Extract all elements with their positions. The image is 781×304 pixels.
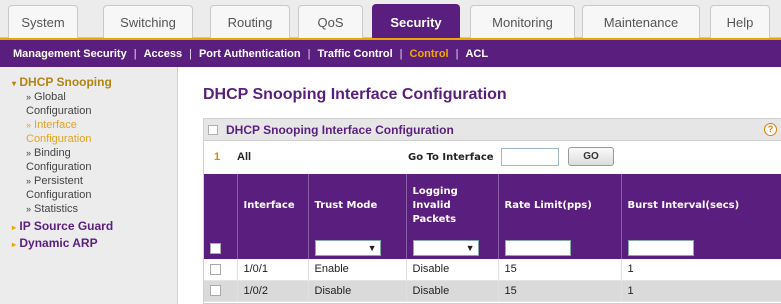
entry-count: 1	[214, 151, 221, 163]
tab-system[interactable]: System	[8, 5, 78, 38]
table-header-row: Interface Trust Mode Logging Invalid Pac…	[204, 174, 781, 237]
tab-switching[interactable]: Switching	[103, 5, 193, 38]
collapse-icon[interactable]	[208, 124, 218, 135]
tab-help[interactable]: Help	[710, 5, 770, 38]
cell-interface: 1/0/1	[237, 259, 309, 281]
goto-interface-label: Go To Interface	[408, 151, 494, 163]
chevron-down-icon: ▾	[12, 79, 17, 88]
subnav-acl[interactable]: ACL	[458, 48, 495, 60]
sidebar-section-ip-source-guard[interactable]: ▸ IP Source Guard	[12, 219, 171, 233]
cell-burst-interval: 1	[621, 259, 781, 281]
tab-security[interactable]: Security	[372, 4, 460, 39]
tab-monitoring[interactable]: Monitoring	[470, 5, 575, 38]
column-header-trust-mode: Trust Mode	[308, 174, 407, 237]
column-header-select	[204, 174, 238, 237]
cell-rate-limit: 15	[498, 259, 622, 281]
caret-down-icon: ▼	[367, 243, 377, 253]
sidebar-section-dynamic-arp[interactable]: ▸ Dynamic ARP	[12, 236, 171, 250]
chevron-right-icon: ▸	[12, 223, 17, 232]
tab-routing[interactable]: Routing	[210, 5, 290, 38]
subnav-access[interactable]: Access	[137, 48, 190, 60]
tab-maintenance[interactable]: Maintenance	[582, 5, 700, 38]
cell-logging: Disable	[406, 280, 499, 302]
subnav-management-security[interactable]: Management Security	[6, 48, 134, 60]
cell-rate-limit: 15	[498, 280, 622, 302]
help-icon[interactable]: ?	[764, 123, 777, 136]
table-edit-row: ▼ ▼	[204, 237, 781, 259]
goto-interface-input[interactable]	[501, 148, 559, 166]
sidebar-item-statistics[interactable]: » Statistics	[12, 202, 171, 216]
edit-interface-cell	[237, 237, 309, 259]
subnav-control[interactable]: Control	[403, 48, 456, 60]
bullet-arrow-icon: »	[26, 204, 32, 214]
column-header-burst-interval: Burst Interval(secs)	[621, 174, 781, 237]
cell-logging: Disable	[406, 259, 499, 281]
cell-trust-mode: Disable	[308, 280, 407, 302]
logging-select[interactable]: ▼	[412, 240, 479, 256]
show-all-link[interactable]: All	[237, 151, 251, 163]
cell-interface: 1/0/2	[237, 280, 309, 302]
config-panel: DHCP Snooping Interface Configuration ? …	[203, 118, 781, 304]
tab-qos[interactable]: QoS	[298, 5, 363, 38]
subnav-traffic-control[interactable]: Traffic Control	[310, 48, 399, 60]
top-navigation: System Switching Routing QoS Security Mo…	[0, 0, 781, 39]
bullet-arrow-icon: »	[26, 176, 32, 186]
column-header-interface: Interface	[237, 174, 309, 237]
subnav-port-authentication[interactable]: Port Authentication	[192, 48, 308, 60]
row-checkbox[interactable]	[210, 263, 221, 275]
select-all-checkbox[interactable]	[210, 242, 221, 254]
sub-navigation: Management Security | Access | Port Auth…	[0, 38, 781, 67]
interface-table: Interface Trust Mode Logging Invalid Pac…	[204, 174, 781, 302]
cell-trust-mode: Enable	[308, 259, 407, 281]
panel-header: DHCP Snooping Interface Configuration ?	[204, 119, 781, 141]
sidebar-item-binding-configuration[interactable]: » Binding Configuration	[12, 146, 171, 174]
row-checkbox[interactable]	[210, 285, 221, 297]
table-row[interactable]: 1/0/2 Disable Disable 15 1	[204, 280, 781, 302]
caret-down-icon: ▼	[465, 243, 475, 253]
sidebar-section-dhcp-snooping[interactable]: ▾ DHCP Snooping	[12, 75, 171, 89]
filter-row: 1 All Go To Interface GO	[204, 141, 781, 173]
sidebar-item-interface-configuration[interactable]: » Interface Configuration	[12, 118, 171, 146]
rate-limit-input[interactable]	[504, 240, 571, 256]
cell-burst-interval: 1	[621, 280, 781, 302]
go-button[interactable]: GO	[568, 147, 614, 166]
trust-mode-select[interactable]: ▼	[314, 240, 381, 256]
column-header-logging-invalid-packets: Logging Invalid Packets	[406, 174, 499, 237]
bullet-arrow-icon: »	[26, 92, 32, 102]
sidebar-item-global-configuration[interactable]: » Global Configuration	[12, 90, 171, 118]
column-header-rate-limit: Rate Limit(pps)	[498, 174, 622, 237]
sidebar: ▾ DHCP Snooping » Global Configuration » I…	[0, 67, 178, 304]
bullet-arrow-icon: »	[26, 148, 32, 158]
bullet-arrow-icon: »	[26, 120, 32, 130]
sidebar-item-persistent-configuration[interactable]: » Persistent Configuration	[12, 174, 171, 202]
chevron-right-icon: ▸	[12, 240, 17, 249]
burst-interval-input[interactable]	[627, 240, 694, 256]
panel-title: DHCP Snooping Interface Configuration	[226, 122, 454, 137]
page-title: DHCP Snooping Interface Configuration	[203, 86, 507, 103]
table-row[interactable]: 1/0/1 Enable Disable 15 1	[204, 259, 781, 281]
